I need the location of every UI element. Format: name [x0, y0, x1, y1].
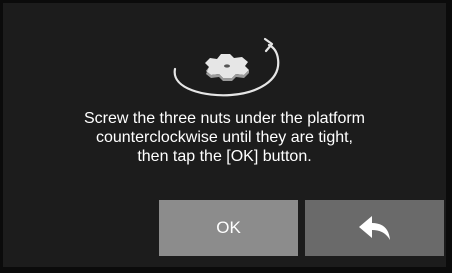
ok-button[interactable]: OK [159, 200, 298, 256]
back-arrow-icon [358, 216, 390, 240]
instruction-line: counterclockwise until they are tight, [95, 129, 353, 146]
instruction-line: Screw the three nuts under the platform [83, 110, 366, 127]
back-button[interactable] [305, 200, 444, 256]
instruction-line: then tap the [OK] button. [137, 148, 312, 165]
nut-rotate-counterclockwise-icon [173, 37, 280, 97]
leveling-dialog: Screw the three nuts under the platform … [3, 3, 446, 267]
ok-button-label: OK [216, 218, 241, 237]
instruction-text: Screw the three nuts under the platform … [3, 109, 446, 166]
